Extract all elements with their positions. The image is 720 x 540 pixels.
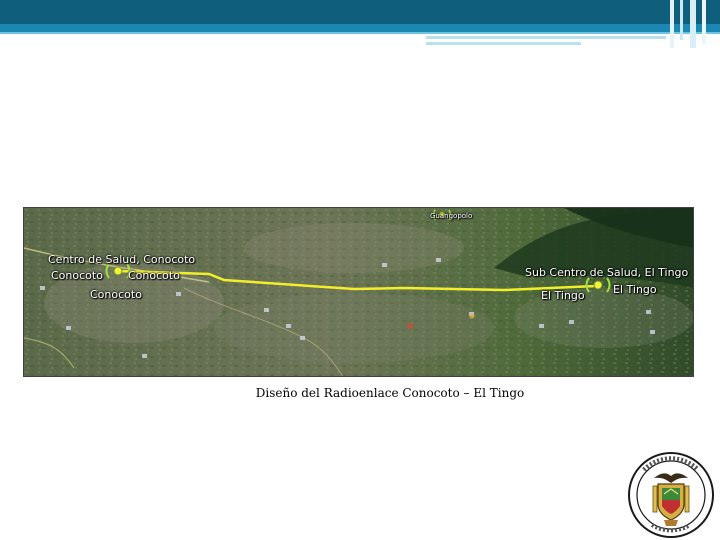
header-band-accent (0, 24, 720, 32)
header-decoration (680, 0, 683, 40)
map-label-site-b-title: Sub Centro de Salud, El Tingo (525, 266, 689, 279)
map-label-site-b-right: El Tingo (613, 283, 657, 296)
map-label-site-a-left: Conocoto (51, 269, 103, 282)
header-decoration (670, 0, 674, 48)
header-band-line (0, 32, 720, 34)
header-decoration (702, 0, 706, 44)
map-label-top: Guangopolo (430, 212, 473, 220)
header-decoration (426, 36, 666, 39)
header-decoration (426, 42, 581, 45)
map-label-site-a-right: Conocoto (128, 269, 180, 282)
header-decoration (690, 0, 696, 48)
map-label-site-a-title: Centro de Salud, Conocoto (48, 253, 196, 266)
figure-caption: Diseño del Radioenlace Conocoto – El Tin… (255, 386, 525, 400)
header-band (0, 0, 720, 24)
map-label-site-a-below: Conocoto (90, 288, 142, 301)
institution-seal-logo (628, 452, 714, 538)
map-label-site-b-left: El Tingo (541, 289, 585, 302)
satellite-map: Guangopolo Centro de Salud, Conocoto Con… (23, 207, 694, 377)
